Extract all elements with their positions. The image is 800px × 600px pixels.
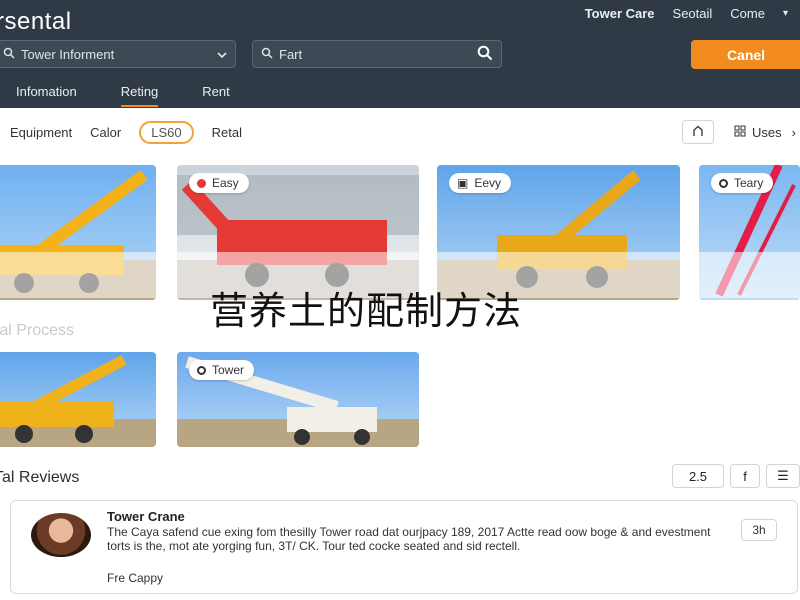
category-select[interactable]: Tower Informent [0, 40, 236, 68]
card-tag: ▣ Eevy [449, 173, 512, 193]
chevron-down-icon[interactable]: ▾ [783, 8, 788, 19]
tab-reting[interactable]: Reting [120, 84, 159, 107]
top-link-tower-care[interactable]: Tower Care [585, 6, 655, 21]
card-tag-label: Teary [734, 176, 764, 190]
card-tag: Tower [189, 360, 255, 380]
cta-button[interactable]: Canel [691, 40, 800, 69]
category-select-value: Tower Informent [21, 46, 115, 62]
crane-card-5[interactable] [0, 352, 156, 447]
home-button[interactable] [682, 120, 715, 144]
filter-bar: Equipment Calor LS60 Retal [10, 121, 242, 144]
list-icon[interactable]: ☰ [766, 464, 800, 488]
search-input[interactable]: Fart [252, 40, 502, 68]
view-tools: Uses › [682, 120, 800, 144]
search-icon [3, 47, 15, 62]
filter-calor[interactable]: Calor [90, 125, 121, 140]
card-tag-label: Eevy [474, 176, 502, 190]
chevron-down-icon [217, 47, 227, 62]
top-links: Tower Care Seotail Come ▾ [585, 6, 788, 21]
status-dot-icon [719, 178, 728, 188]
home-icon [692, 125, 704, 140]
card-tag: Easy [189, 173, 249, 193]
tab-rent[interactable]: Rent [202, 84, 229, 107]
review-badge[interactable]: 3h [741, 519, 777, 541]
section-title-process: ral Process [0, 322, 75, 339]
filter-equipment[interactable]: Equipment [10, 125, 72, 140]
card-tag-label: Tower [212, 363, 245, 377]
crane-card-6[interactable]: Tower [177, 352, 419, 447]
review-card: Tower Crane The Caya safend cue exing fo… [10, 500, 798, 594]
uses-toggle[interactable]: Uses [734, 125, 782, 140]
rating-count[interactable]: 2.5 [672, 464, 724, 488]
brand-logo[interactable]: rsental [0, 8, 72, 36]
grid-icon [734, 125, 746, 140]
card-tag: Teary [711, 173, 774, 193]
status-dot-icon [197, 178, 206, 188]
search-submit-icon[interactable] [477, 45, 493, 64]
top-link-come[interactable]: Come [730, 6, 765, 21]
uses-label: Uses [752, 124, 782, 140]
tab-information[interactable]: Infomation [16, 84, 77, 107]
section-title-reviews: Tal Reviews [0, 469, 80, 486]
review-tools: 2.5 f ☰ [672, 464, 800, 488]
chevron-right-icon[interactable]: › [792, 125, 796, 140]
search-icon [261, 47, 273, 62]
review-text: The Caya safend cue exing fom thesilly T… [107, 525, 711, 553]
status-dot-icon [197, 365, 206, 375]
top-link-seotail[interactable]: Seotail [673, 6, 713, 21]
filter-retal[interactable]: Retal [212, 125, 242, 140]
top-header: rsental Tower Care Seotail Come ▾ Tower … [0, 0, 800, 108]
nav-tabs: Infomation Reting Rent [16, 84, 274, 107]
review-footer[interactable]: Fre Cappy [107, 571, 163, 585]
card-tag-label: Easy [212, 176, 239, 190]
filter-ls60[interactable]: LS60 [139, 121, 194, 144]
review-author: Tower Crane [107, 509, 185, 524]
share-facebook-icon[interactable]: f [730, 464, 760, 488]
calendar-icon: ▣ [457, 176, 469, 190]
search-input-value: Fart [279, 46, 303, 62]
overlay-title: 营养土的配制方法 [210, 289, 523, 333]
crane-image [0, 355, 127, 443]
avatar [31, 513, 91, 557]
